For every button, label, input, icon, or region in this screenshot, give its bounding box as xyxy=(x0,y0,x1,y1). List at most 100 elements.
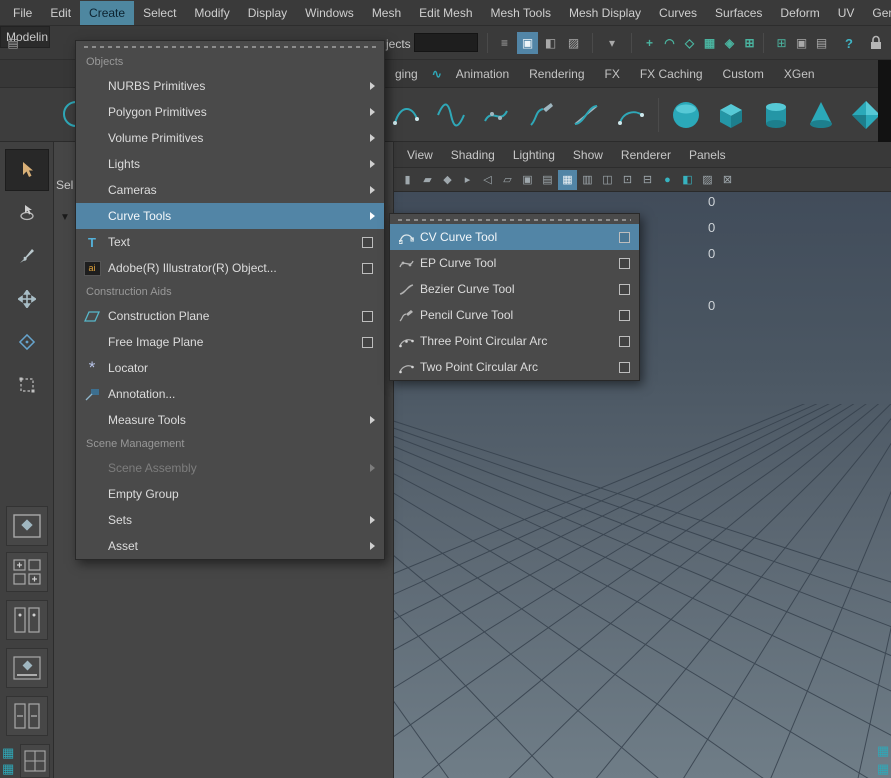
menu-item-lights[interactable]: Lights xyxy=(76,151,384,177)
menu-item-measure-tools[interactable]: Measure Tools xyxy=(76,407,384,433)
menu-mesh[interactable]: Mesh xyxy=(363,1,410,25)
poly-cube-shelf-icon[interactable] xyxy=(713,97,749,133)
menu-edit[interactable]: Edit xyxy=(41,1,80,25)
make-live-icon[interactable]: ◈ xyxy=(720,32,739,54)
poly-cone-shelf-icon[interactable] xyxy=(803,97,839,133)
quick-layout-single-pane-button[interactable] xyxy=(6,506,48,546)
menu-deform[interactable]: Deform xyxy=(771,1,828,25)
bezier-line-shelf-icon[interactable] xyxy=(568,97,604,133)
paint-select-tool-button[interactable] xyxy=(5,235,49,277)
option-box[interactable] xyxy=(619,232,630,243)
shelf-tab-animation[interactable]: Animation xyxy=(446,61,519,87)
menu-uv[interactable]: UV xyxy=(829,1,864,25)
panel-dropdown-icon[interactable]: ▼ xyxy=(60,212,70,223)
panel-toggle-icon[interactable]: ▦ xyxy=(877,762,889,776)
menu-item-cameras[interactable]: Cameras xyxy=(76,177,384,203)
sine-curve-shelf-icon[interactable] xyxy=(433,97,469,133)
option-box[interactable] xyxy=(619,336,630,347)
menu-item-adobe-illustrator-object[interactable]: aiAdobe(R) Illustrator(R) Object... xyxy=(76,255,384,281)
menu-edit-mesh[interactable]: Edit Mesh xyxy=(410,1,481,25)
viewport-menu-view[interactable]: View xyxy=(398,143,442,167)
menu-item-ep-curve-tool[interactable]: EP Curve Tool xyxy=(390,250,639,276)
quick-layout-persp-outliner-button[interactable] xyxy=(6,648,48,688)
xray-icon[interactable]: ⊠ xyxy=(718,170,737,190)
layout-grid-icon[interactable]: ▦ xyxy=(2,762,14,776)
viewport-menu-renderer[interactable]: Renderer xyxy=(612,143,680,167)
snap-together-icon[interactable]: ⊞ xyxy=(740,32,759,54)
field-chart-icon[interactable]: ⊟ xyxy=(638,170,657,190)
shelf-tab-custom[interactable]: Custom xyxy=(713,61,774,87)
option-box[interactable] xyxy=(362,263,373,274)
render-icon[interactable]: ▣ xyxy=(792,32,811,54)
menu-item-cv-curve-tool[interactable]: CV Curve Tool xyxy=(390,224,639,250)
select-tool-button[interactable] xyxy=(5,149,49,191)
ep-curve-shelf-icon[interactable] xyxy=(478,97,514,133)
quick-layout-four-pane-button[interactable] xyxy=(6,552,48,592)
panel-toggle-icon[interactable]: ▦ xyxy=(877,744,889,758)
menu-create[interactable]: Create xyxy=(80,1,134,25)
menu-item-locator[interactable]: *Locator xyxy=(76,355,384,381)
grid-toggle-icon[interactable]: ▦ xyxy=(558,170,577,190)
menu-item-construction-plane[interactable]: Construction Plane xyxy=(76,303,384,329)
menu-item-empty-group[interactable]: Empty Group xyxy=(76,481,384,507)
shelf-tab-xgen[interactable]: XGen xyxy=(774,61,825,87)
shelf-tab-fx[interactable]: FX xyxy=(595,61,630,87)
lasso-tool-button[interactable] xyxy=(5,192,49,234)
option-box[interactable] xyxy=(619,284,630,295)
poly-cylinder-shelf-icon[interactable] xyxy=(758,97,794,133)
textured-mode-icon[interactable]: ◧ xyxy=(678,170,697,190)
cv-curve-shelf-icon[interactable] xyxy=(388,97,424,133)
film-gate-icon[interactable]: ▥ xyxy=(578,170,597,190)
menu-surfaces[interactable]: Surfaces xyxy=(706,1,771,25)
menu-mesh-tools[interactable]: Mesh Tools xyxy=(482,1,560,25)
menu-item-annotation[interactable]: Annotation... xyxy=(76,381,384,407)
two-d-pan-icon[interactable]: ▱ xyxy=(498,170,517,190)
menu-curves[interactable]: Curves xyxy=(650,1,706,25)
menu-item-polygon-primitives[interactable]: Polygon Primitives xyxy=(76,99,384,125)
move-tool-button[interactable] xyxy=(5,278,49,320)
select-hierarchy-mode-button[interactable]: ≡ xyxy=(494,32,515,54)
shelf-tab-fx-caching[interactable]: FX Caching xyxy=(630,61,713,87)
shelf-tab-rigging[interactable]: ging xyxy=(385,61,428,87)
resolution-gate-icon[interactable]: ◫ xyxy=(598,170,617,190)
help-icon[interactable]: ? xyxy=(840,32,858,54)
layout-grid-icon[interactable]: ▦ xyxy=(2,746,14,760)
snap-to-curve-icon[interactable]: ◠ xyxy=(660,32,679,54)
ipr-render-icon[interactable]: ▤ xyxy=(812,32,831,54)
option-box[interactable] xyxy=(362,311,373,322)
select-by-name-field[interactable] xyxy=(414,33,478,52)
select-object-mode-button[interactable]: ▣ xyxy=(517,32,538,54)
menu-item-three-point-circular-arc[interactable]: Three Point Circular Arc xyxy=(390,328,639,354)
menu-file[interactable]: File xyxy=(4,1,41,25)
menu-select[interactable]: Select xyxy=(134,1,185,25)
camera-attributes-icon[interactable]: ◆ xyxy=(438,170,457,190)
gate-mask-icon[interactable]: ⊡ xyxy=(618,170,637,190)
menu-mesh-display[interactable]: Mesh Display xyxy=(560,1,650,25)
menu-display[interactable]: Display xyxy=(239,1,296,25)
quick-layout-two-pane-side-button[interactable] xyxy=(6,600,48,640)
scale-tool-button[interactable] xyxy=(5,364,49,406)
snap-to-grid-icon[interactable]: + xyxy=(640,32,659,54)
quick-layout-two-pane-stacked-button[interactable] xyxy=(6,696,48,736)
lock-camera-icon[interactable]: ▰ xyxy=(418,170,437,190)
menu-windows[interactable]: Windows xyxy=(296,1,363,25)
wireframe-on-shaded-icon[interactable]: ▨ xyxy=(698,170,717,190)
menu-item-two-point-circular-arc[interactable]: Two Point Circular Arc xyxy=(390,354,639,380)
select-camera-icon[interactable]: ▮ xyxy=(398,170,417,190)
lock-icon[interactable] xyxy=(869,34,883,54)
menu-generate[interactable]: Gen xyxy=(863,1,891,25)
menu-item-curve-tools[interactable]: Curve Tools xyxy=(76,203,384,229)
view-cube-icon[interactable]: ▤ xyxy=(538,170,557,190)
pencil-curve-shelf-icon[interactable] xyxy=(523,97,559,133)
select-component-mode-button[interactable]: ◧ xyxy=(540,32,561,54)
oversample-icon[interactable]: ▣ xyxy=(518,170,537,190)
rotate-tool-button[interactable] xyxy=(5,321,49,363)
viewport-menu-show[interactable]: Show xyxy=(564,143,612,167)
menu-item-sets[interactable]: Sets xyxy=(76,507,384,533)
construction-history-icon[interactable]: ⊞ xyxy=(772,32,791,54)
menu-tearoff-handle[interactable] xyxy=(398,219,631,221)
menu-item-pencil-curve-tool[interactable]: Pencil Curve Tool xyxy=(390,302,639,328)
quick-layout-grid-button[interactable] xyxy=(20,744,50,778)
menu-item-bezier-curve-tool[interactable]: Bezier Curve Tool xyxy=(390,276,639,302)
snap-to-plane-icon[interactable]: ▦ xyxy=(700,32,719,54)
